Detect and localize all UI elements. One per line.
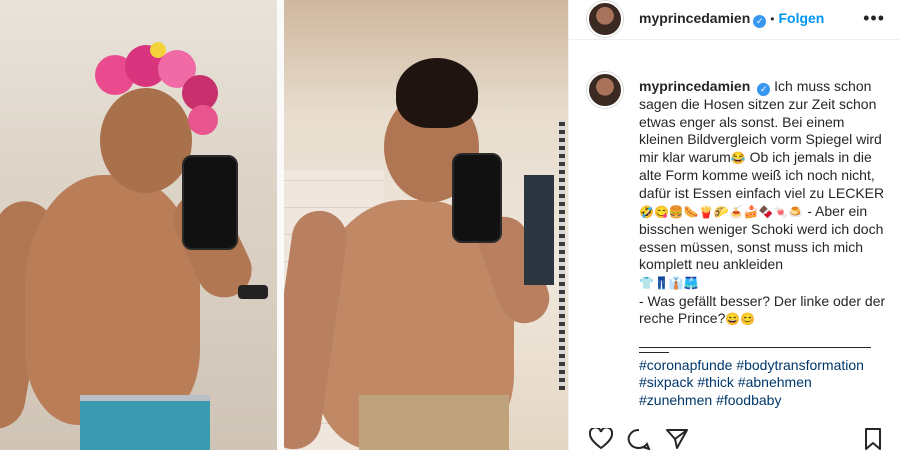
verified-icon: ✓	[753, 15, 767, 28]
photo-right	[284, 0, 568, 450]
hair	[396, 58, 478, 128]
comment-icon[interactable]	[627, 428, 651, 450]
bookmark-icon[interactable]	[863, 428, 883, 450]
photo-left	[0, 0, 277, 450]
hashtag-link[interactable]: #coronapfunde	[639, 357, 732, 373]
hashtag-link[interactable]: #zunehmen	[639, 392, 712, 408]
more-options-icon[interactable]: •••	[863, 8, 885, 29]
emoji: 👕👖👔🩳	[639, 275, 699, 290]
hashtag-link[interactable]: #sixpack	[639, 374, 693, 390]
hashtag-link[interactable]: #foodbaby	[716, 392, 781, 408]
emoji: 😂	[730, 150, 746, 165]
shorts	[359, 395, 509, 450]
post-media[interactable]	[0, 0, 568, 450]
hashtag-link[interactable]: #thick	[697, 374, 734, 390]
hashtag-link[interactable]: #bodytransformation	[736, 357, 864, 373]
head	[100, 88, 192, 193]
watch	[238, 285, 268, 299]
avatar[interactable]	[587, 72, 623, 108]
caption-text: myprincedamien ✓ Ich muss schon sagen die…	[639, 78, 889, 410]
photo-divider	[277, 0, 284, 450]
hashtag-link[interactable]: #abnehmen	[738, 374, 812, 390]
phone	[182, 155, 238, 250]
emoji: 😄😊	[725, 312, 756, 327]
curtain-rod	[559, 120, 565, 390]
flower	[150, 42, 166, 58]
phone	[452, 153, 502, 243]
header-user: myprincedamien ✓ • Folgen	[639, 10, 824, 28]
divider-line	[639, 346, 871, 348]
follow-button[interactable]: Folgen	[778, 10, 824, 26]
separator-dot: •	[770, 12, 775, 26]
divider-line-short	[639, 351, 669, 353]
action-bar	[588, 426, 889, 450]
caption-username[interactable]: myprincedamien	[639, 78, 750, 94]
post-sidebar: myprincedamien ✓ • Folgen ••• myprincedamie…	[568, 0, 900, 450]
share-icon[interactable]	[665, 428, 689, 450]
heart-icon[interactable]	[588, 426, 614, 450]
avatar[interactable]	[587, 1, 623, 37]
caption-text-4: - Was gefällt besser? Der linke oder der…	[639, 292, 886, 327]
hashtags: #coronapfunde #bodytransformation #sixpa…	[639, 357, 889, 410]
username-link[interactable]: myprincedamien	[639, 10, 750, 26]
verified-icon: ✓	[757, 83, 771, 96]
emoji: 🤣😋🍔🌭🍟🌮🍝🍰🍫🍬🍮	[639, 204, 804, 219]
towel	[524, 175, 554, 285]
post-header: myprincedamien ✓ • Folgen •••	[569, 0, 900, 40]
flower	[188, 105, 218, 135]
shorts	[80, 395, 210, 450]
